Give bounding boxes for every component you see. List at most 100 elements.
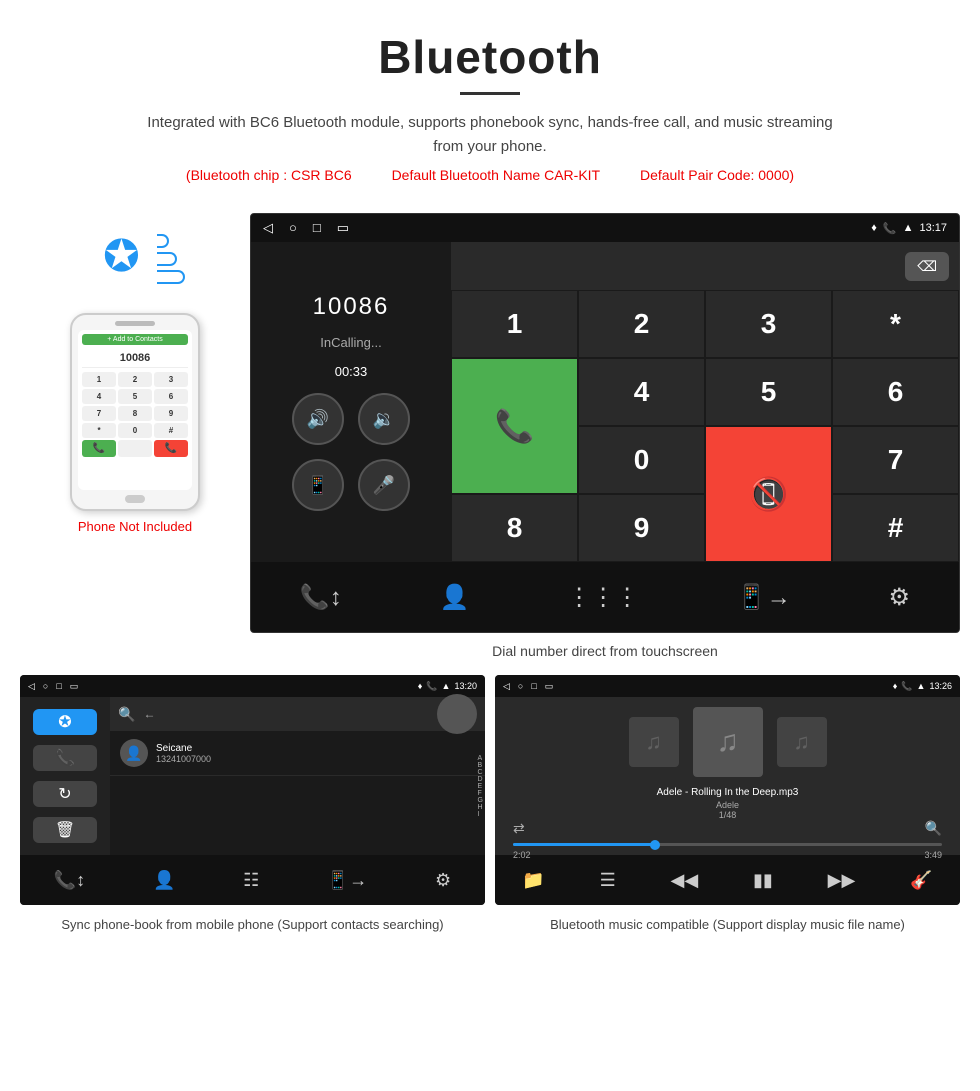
music-equalizer-icon[interactable]: 🎸 <box>910 870 932 891</box>
dial-control-buttons-2: 📱 🎤 <box>292 459 410 511</box>
call-red-button[interactable]: 📵 <box>705 426 832 562</box>
music-note-center-icon: ♫ <box>716 725 739 759</box>
pb-alpha-list: A B C D E F G H I <box>476 753 485 805</box>
dial-bottom-settings-icon[interactable]: ⚙ <box>889 583 911 612</box>
music-content: ♫ ♫ ♫ Adele - Rolling In the Deep.mp3 Ad… <box>495 697 960 855</box>
pb-bottom-contacts[interactable]: 👤 <box>153 870 175 891</box>
backspace-button[interactable]: ⌫ <box>905 252 949 281</box>
shuffle-icon[interactable]: ⇄ <box>513 820 525 837</box>
music-play-pause-icon[interactable]: ▮▮ <box>753 870 773 891</box>
phone-key-hash: # <box>154 423 188 438</box>
pb-bottom-dialpad[interactable]: ☷ <box>243 870 259 891</box>
music-next-icon[interactable]: ▶▶ <box>828 870 856 891</box>
pb-call-icon: 📞 <box>426 681 437 692</box>
phone-speaker <box>115 321 155 326</box>
pb-delete-icon[interactable]: 🗑 <box>33 817 97 843</box>
pb-bottom-transfer[interactable]: 📱→ <box>327 870 367 891</box>
bluetooth-waves <box>157 228 185 284</box>
alpha-b: B <box>478 762 483 769</box>
dial-bottom-dialpad-icon[interactable]: ⋮⋮⋮ <box>567 583 639 612</box>
music-status-icons: ♦ 📞 ▲ 13:26 <box>893 681 952 692</box>
phone-top-bar <box>78 321 192 326</box>
pb-location-icon: ♦ <box>418 681 423 691</box>
call-end-icon: 📵 <box>749 475 789 513</box>
dialpad-icon: ⋮⋮⋮ <box>567 583 639 612</box>
phonebook-item: ◁ ○ □ ▭ ♦ 📞 ▲ 13:20 ✪ <box>20 675 485 935</box>
pb-back-arrow[interactable]: ← <box>143 707 155 721</box>
pb-phone-icon[interactable]: 📞 <box>33 745 97 771</box>
mute-button[interactable]: 🎤 <box>358 459 410 511</box>
key-2[interactable]: 2 <box>578 290 705 358</box>
phone-key-3: 3 <box>154 372 188 387</box>
pb-sidebar: ✪ 📞 ↻ 🗑 <box>20 697 110 855</box>
pb-contact-number: 13241007000 <box>156 754 211 764</box>
pb-bottom-calls[interactable]: 📞↕ <box>54 870 85 891</box>
music-bottom-bar: 📁 ☰ ◀◀ ▮▮ ▶▶ 🎸 <box>495 855 960 905</box>
spec-name: Default Bluetooth Name CAR-KIT <box>392 167 601 183</box>
music-progress-thumb[interactable] <box>650 840 660 850</box>
call-green-button[interactable]: 📞 <box>451 358 578 494</box>
music-location-icon: ♦ <box>893 681 898 691</box>
music-album-art-left: ♫ <box>629 717 679 767</box>
phone-keypad: 1 2 3 4 5 6 7 8 9 * 0 # 📞 📞 <box>82 372 188 457</box>
key-0[interactable]: 0 <box>578 426 705 494</box>
phone-key-9: 9 <box>154 406 188 421</box>
key-3[interactable]: 3 <box>705 290 832 358</box>
music-list-icon[interactable]: ☰ <box>600 870 616 891</box>
key-star[interactable]: * <box>832 290 959 358</box>
pb-menu-icon: ▭ <box>70 681 79 692</box>
pb-search-icon: 🔍 <box>118 706 135 723</box>
dial-right-panel: ⌫ 1 2 3 * 📞 4 5 6 0 <box>451 242 959 562</box>
transfer-button[interactable]: 📱 <box>292 459 344 511</box>
dial-bottom-transfer-icon[interactable]: 📱→ <box>737 583 791 612</box>
alpha-d: D <box>478 776 483 783</box>
key-8[interactable]: 8 <box>451 494 578 562</box>
key-hash[interactable]: # <box>832 494 959 562</box>
key-6[interactable]: 6 <box>832 358 959 426</box>
call-time: 00:33 <box>335 364 368 379</box>
spec-code: Default Pair Code: 0000) <box>640 167 794 183</box>
phone-key-end: 📞 <box>154 440 188 457</box>
phonebook-screen: ◁ ○ □ ▭ ♦ 📞 ▲ 13:20 ✪ <box>20 675 485 905</box>
music-album-art-center: ♫ <box>693 707 763 777</box>
volume-down-button[interactable]: 🔉 <box>358 393 410 445</box>
bluetooth-symbol-icon: ✪ <box>103 231 140 282</box>
phone-screen: + Add to Contacts 10086 1 2 3 4 5 6 7 8 … <box>78 330 192 490</box>
pb-contact-details: Seicane 13241007000 <box>156 743 211 764</box>
key-1[interactable]: 1 <box>451 290 578 358</box>
music-progress-track[interactable] <box>513 843 942 846</box>
dial-main-area: 10086 InCalling... 00:33 🔊 🔉 📱 <box>251 242 959 562</box>
volume-up-button[interactable]: 🔊 <box>292 393 344 445</box>
key-5[interactable]: 5 <box>705 358 832 426</box>
key-7[interactable]: 7 <box>832 426 959 494</box>
dial-bottom-calls-icon[interactable]: 📞↕ <box>300 583 342 612</box>
dial-nav-icons: ◁ ○ □ ▭ <box>263 220 349 236</box>
key-4[interactable]: 4 <box>578 358 705 426</box>
music-item: ◁ ○ □ ▭ ♦ 📞 ▲ 13:26 ♫ <box>495 675 960 935</box>
bt-wave-large <box>157 270 185 284</box>
music-folder-icon[interactable]: 📁 <box>522 870 544 891</box>
pb-wifi-icon: ▲ <box>442 681 451 691</box>
pb-bluetooth-icon[interactable]: ✪ <box>33 709 97 735</box>
phone-bottom <box>78 495 192 503</box>
pb-bottom-settings[interactable]: ⚙ <box>435 870 451 891</box>
sync-sidebar-icon: ↻ <box>58 784 71 804</box>
page-header: Bluetooth Integrated with BC6 Bluetooth … <box>0 0 980 203</box>
menu-icon: ▭ <box>337 220 349 236</box>
pb-sync-icon[interactable]: ↻ <box>33 781 97 807</box>
music-prev-icon[interactable]: ◀◀ <box>671 870 699 891</box>
music-search-icon[interactable]: 🔍 <box>925 820 942 837</box>
music-progress-fill <box>513 843 655 846</box>
music-screen: ◁ ○ □ ▭ ♦ 📞 ▲ 13:26 ♫ <box>495 675 960 905</box>
music-note-right-icon: ♫ <box>793 729 810 755</box>
music-note-left-icon: ♫ <box>645 729 662 755</box>
home-icon: ○ <box>289 220 297 236</box>
key-9[interactable]: 9 <box>578 494 705 562</box>
call-green-icon: 📞 <box>495 407 535 445</box>
phone-key-1: 1 <box>82 372 116 387</box>
dial-control-buttons: 🔊 🔉 <box>292 393 410 445</box>
music-info: Adele - Rolling In the Deep.mp3 Adele 1/… <box>657 787 799 820</box>
dial-bottom-contacts-icon[interactable]: 👤 <box>440 583 470 612</box>
header-description: Integrated with BC6 Bluetooth module, su… <box>140 111 840 159</box>
pb-contact-row[interactable]: 👤 Seicane 13241007000 <box>110 731 485 776</box>
